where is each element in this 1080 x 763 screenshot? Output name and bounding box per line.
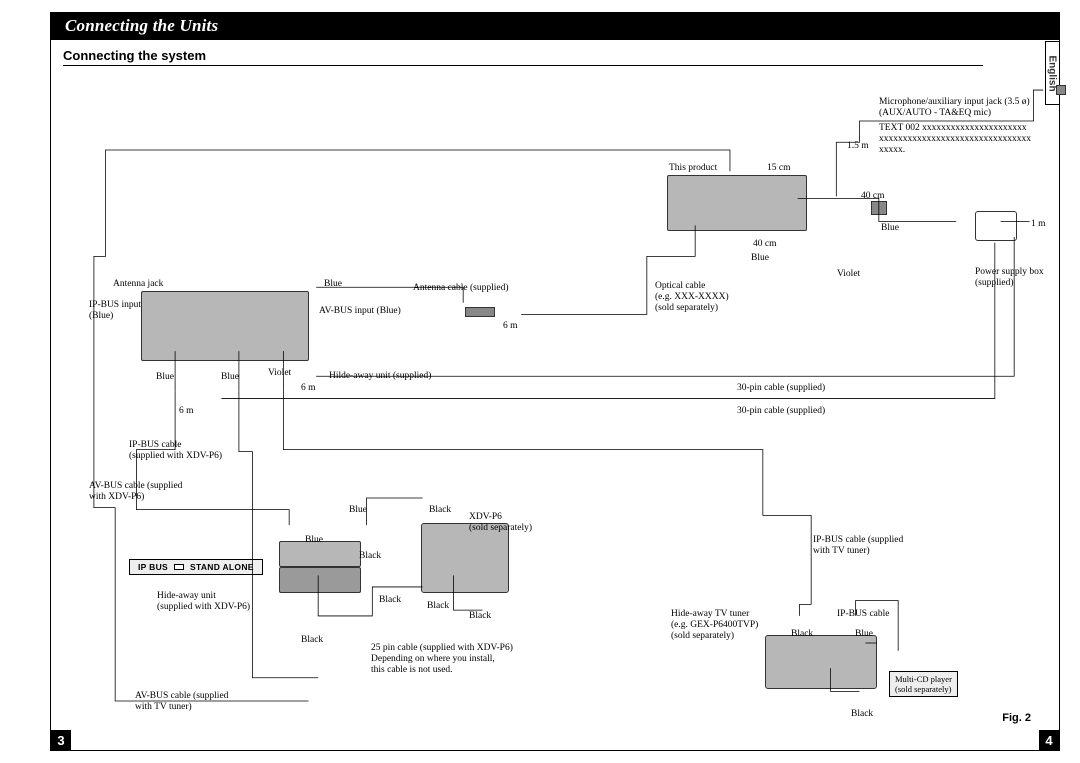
tag-ipbus-standalone: IP BUS STAND ALONE: [129, 559, 263, 575]
conn-jack-mid: [871, 201, 887, 215]
wiring-diagram: Multi-CD player (sold separately) IP BUS…: [51, 63, 1059, 730]
label-avbus-xdv: AV-BUS cable (supplied with XDV-P6): [89, 481, 182, 503]
label-blue-d: Blue: [156, 372, 174, 383]
label-pin30-b: 30-pin cable (supplied): [737, 406, 825, 417]
page-number-right: 4: [1039, 730, 1059, 750]
label-40cm-a: 40 cm: [861, 191, 884, 202]
label-ipbus-input: IP-BUS input (Blue): [89, 300, 141, 322]
unit-tv-tuner: [765, 635, 877, 689]
label-power-box: Power supply box (supplied): [975, 267, 1044, 289]
label-1m: 1 m: [1031, 219, 1046, 230]
section-title: Connecting the Units: [65, 16, 218, 35]
label-hideaway-supplied: Hilde-away unit (supplied): [329, 371, 431, 382]
label-blue-f: Blue: [349, 505, 367, 516]
conn-jack-top: [1056, 85, 1066, 95]
unit-xdvp6-hideaway-bot: [279, 567, 361, 593]
label-standalone: STAND ALONE: [190, 562, 254, 572]
label-violet-a: Violet: [837, 269, 860, 280]
switch-icon: [174, 564, 184, 570]
page-number-left: 3: [51, 730, 71, 750]
label-black-e: Black: [469, 611, 491, 622]
label-avbus-input: AV-BUS input (Blue): [319, 306, 401, 317]
label-blue-e: Blue: [221, 372, 239, 383]
label-this-product: This product: [669, 163, 717, 174]
label-antenna-jack: Antenna jack: [113, 279, 163, 290]
label-black-b: Black: [359, 551, 381, 562]
wire-overlay: [51, 63, 1059, 730]
label-ipbus-tv: IP-BUS cable (supplied with TV tuner): [813, 535, 903, 557]
label-black-c: Black: [379, 595, 401, 606]
label-hideaway-tv: Hide-away TV tuner (e.g. GEX-P6400TVP) (…: [671, 609, 758, 642]
label-black-h: Black: [851, 709, 873, 720]
label-antenna-cable: Antenna cable (supplied): [413, 283, 509, 294]
label-black-g: Black: [791, 629, 813, 640]
conn-ant: [465, 307, 495, 317]
label-xdvp6: XDV-P6 (sold separately): [469, 512, 532, 534]
label-ipbus-xdv: IP-BUS cable (supplied with XDV-P6): [129, 440, 222, 462]
label-text002: TEXT 002 xxxxxxxxxxxxxxxxxxxxxx xxxxxxxx…: [879, 123, 1054, 156]
label-black-d: Black: [427, 601, 449, 612]
label-40cm-b: 40 cm: [753, 239, 776, 250]
label-hideaway-xdv: Hide-away unit (supplied with XDV-P6): [157, 591, 250, 613]
label-multi-cd: Multi-CD player (sold separately): [895, 674, 952, 694]
label-blue-c: Blue: [324, 279, 342, 290]
section-title-bar: Connecting the Units: [51, 13, 1059, 40]
figure-label: Fig. 2: [1002, 712, 1031, 724]
label-violet-b: Violet: [268, 368, 291, 379]
label-mic-jack: Microphone/auxiliary input jack (3.5 ø) …: [879, 97, 1069, 119]
label-6m-a: 6 m: [503, 321, 518, 332]
label-avbus-tv: AV-BUS cable (supplied with TV tuner): [135, 691, 228, 713]
label-blue-a: Blue: [881, 223, 899, 234]
label-optical: Optical cable (e.g. XXX-XXXX) (sold sepa…: [655, 281, 729, 314]
unit-hideaway-supplied: [141, 291, 309, 361]
unit-power-supply-box: [975, 211, 1017, 241]
label-15cm: 15 cm: [767, 163, 790, 174]
label-blue-b: Blue: [751, 253, 769, 264]
label-6m-b: 6 m: [301, 383, 316, 394]
label-ipbus: IP BUS: [138, 562, 168, 572]
label-pin25: 25 pin cable (supplied with XDV-P6) Depe…: [371, 643, 541, 676]
label-black-a: Black: [429, 505, 451, 516]
label-6m-c: 6 m: [179, 406, 194, 417]
label-1-5m: 1.5 m: [847, 141, 869, 152]
label-ipbus-cable: IP-BUS cable: [837, 609, 890, 620]
tag-multi-cd: Multi-CD player (sold separately): [889, 671, 958, 697]
label-blue-g: Blue: [305, 535, 323, 546]
label-pin30-a: 30-pin cable (supplied): [737, 383, 825, 394]
label-blue-h: Blue: [855, 629, 873, 640]
page-frame: Connecting the Units Connecting the syst…: [50, 12, 1060, 751]
unit-main-product: [667, 175, 807, 231]
label-black-f: Black: [301, 635, 323, 646]
